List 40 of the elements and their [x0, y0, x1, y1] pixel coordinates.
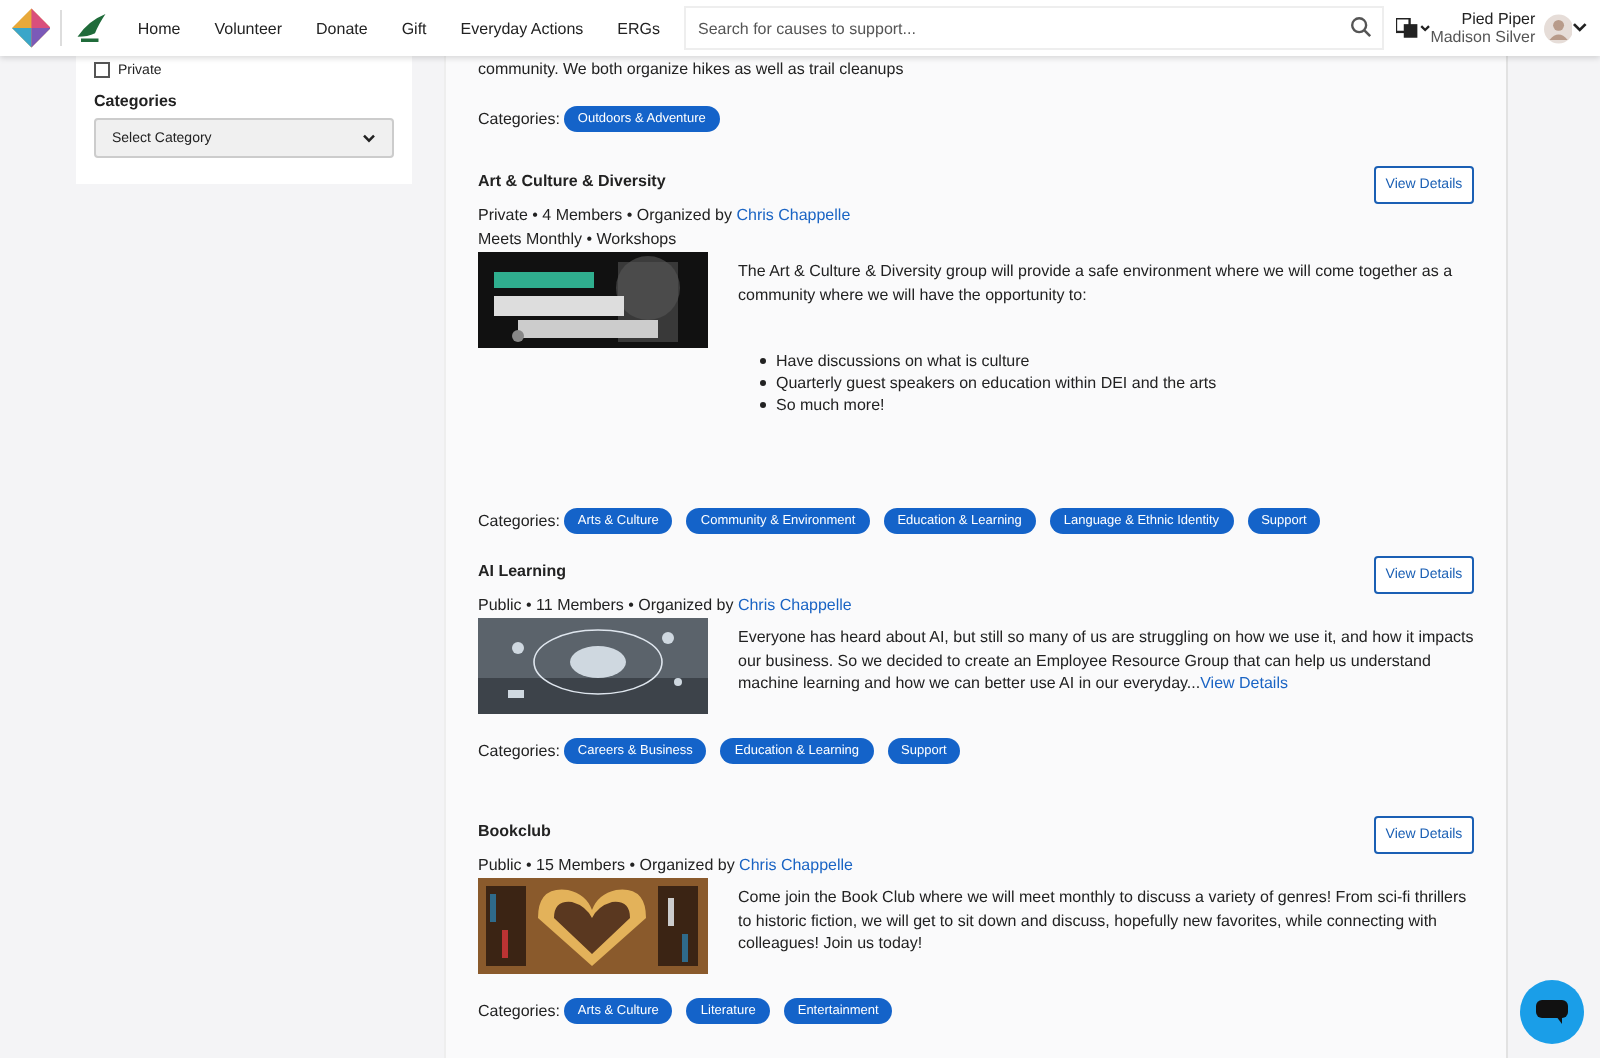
categories-label: Categories:: [478, 512, 560, 530]
nav-link[interactable]: Volunteer: [214, 19, 283, 37]
chevron-down-icon: [362, 133, 376, 143]
group-schedule: Meets Monthly • Workshops: [478, 228, 679, 252]
group-meta: Private • 4 Members • Organized by Chris Chappelle: [478, 204, 853, 228]
group-description: Everyone has heard about AI, but still so many of us are struggling on how we use it, and how it impacts our business. So we decided to create an Employee Resource Group that can help us understand machine learning and how we can better use AI in our everyday...View Details: [738, 626, 1474, 695]
nav-link[interactable]: Everyday Actions: [460, 19, 584, 37]
group-meta: Public • 11 Members • Organized by Chris Chappelle: [478, 594, 854, 618]
view-details-link[interactable]: View Details: [1200, 674, 1288, 692]
categories-label: Categories: [94, 92, 179, 110]
nav-link[interactable]: ERGs: [617, 19, 660, 37]
group-description: The Art & Culture & Diversity group will provide a safe environment where we will come together as a community where we will have the opportunity to:: [738, 260, 1455, 306]
chat-button[interactable]: [1520, 980, 1584, 1044]
organizer-link[interactable]: Chris Chappelle: [739, 856, 853, 874]
categories-label: Categories:: [478, 742, 560, 760]
nav-link[interactable]: Gift: [401, 19, 427, 37]
organization-name: Pied Piper: [1461, 10, 1536, 28]
group-title: AI Learning: [478, 562, 567, 580]
group-title: Bookclub: [478, 822, 551, 840]
bullet-item: So much more!: [776, 394, 885, 416]
group-title: Art & Culture & Diversity: [478, 172, 666, 190]
organizer-link[interactable]: Chris Chappelle: [737, 596, 852, 614]
nav-link[interactable]: Donate: [316, 19, 368, 37]
group-description: community. We both organize hikes as well as trail cleanups: [478, 58, 906, 81]
search-icon[interactable]: [1349, 16, 1372, 38]
bullet-item: Have discussions on what is culture: [776, 350, 1030, 372]
caret-icon[interactable]: [1572, 22, 1588, 34]
user-name: Madison Silver: [1430, 28, 1536, 46]
diamond-logo-icon[interactable]: [12, 8, 51, 48]
translate-icon[interactable]: [1395, 17, 1431, 39]
bullet-item: Quarterly guest speakers on education within DEI and the arts: [776, 372, 1217, 394]
search-field[interactable]: Search for causes to support...: [684, 6, 1384, 50]
private-checkbox[interactable]: [94, 62, 110, 78]
organizer-link[interactable]: Chris Chappelle: [736, 206, 851, 224]
categories-label: Categories:: [478, 1002, 560, 1020]
chat-bubble-icon: [1536, 1000, 1568, 1024]
nav-link[interactable]: Home: [137, 19, 181, 37]
group-meta: Public • 15 Members • Organized by Chris Chappelle: [478, 854, 855, 878]
categories-label: Categories:: [478, 109, 560, 127]
group-description: Come join the Book Club where we will meet monthly to discuss a variety of genres! From sci-fi thrillers to historic fiction, we will get to sit down and discuss, hopefully new favorites, while connecting with colleagues! Join us today!: [738, 886, 1469, 955]
